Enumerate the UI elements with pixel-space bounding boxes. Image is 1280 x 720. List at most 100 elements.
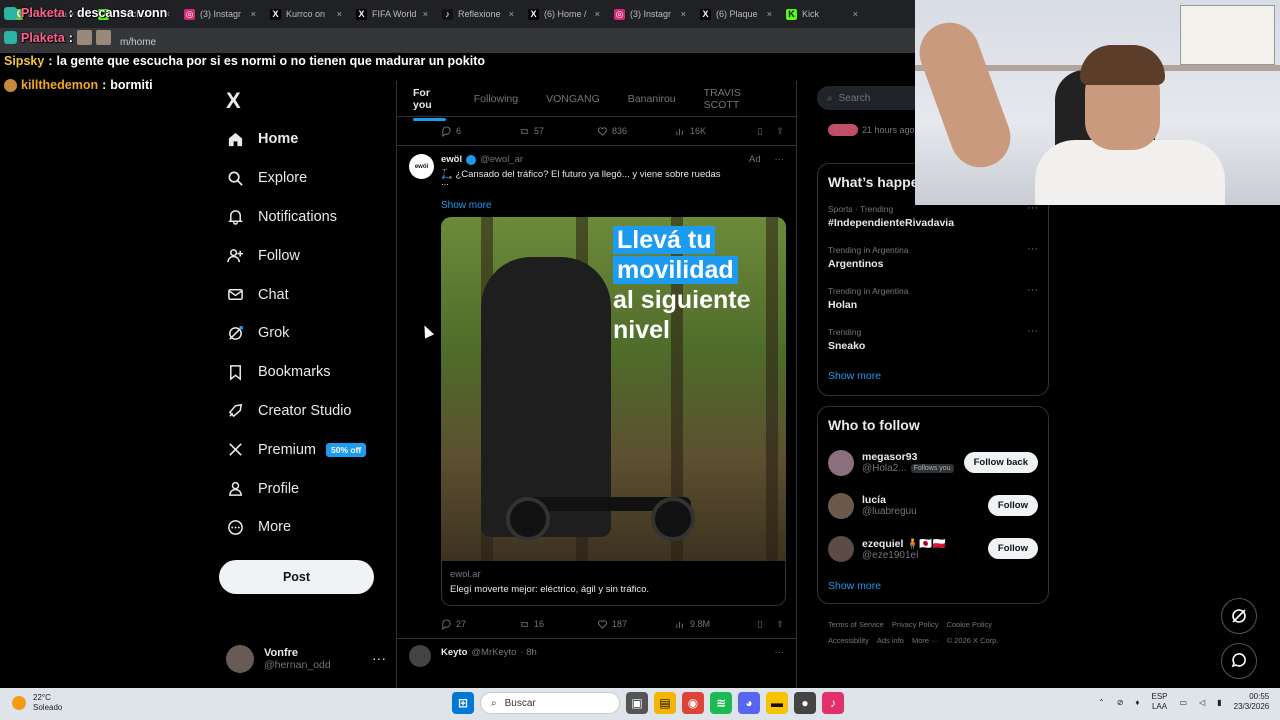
views-button[interactable]: 9.8M <box>675 619 753 630</box>
tweet-author-name[interactable]: Keyto <box>441 647 467 658</box>
footer-link[interactable]: Accessibility <box>828 636 869 645</box>
follow-button[interactable]: Follow <box>987 538 1038 559</box>
avatar[interactable] <box>828 492 854 519</box>
trend-item[interactable]: Trending in Argentina Argentinos ··· <box>818 237 1048 278</box>
follow-button[interactable]: Follow <box>987 495 1038 516</box>
sidebar-item-creator-studio[interactable]: Creator Studio <box>226 392 396 431</box>
views-button[interactable]: 16K <box>675 126 753 137</box>
chrome-icon[interactable]: ◉ <box>682 692 704 714</box>
account-switcher[interactable]: Vonfre @hernan_odd ··· <box>226 644 386 674</box>
sidebar-item-chat[interactable]: Chat <box>226 275 396 314</box>
like-button[interactable]: 187 <box>597 619 675 630</box>
more-dots-icon[interactable]: ··· <box>1027 284 1038 296</box>
avatar[interactable]: ewöl <box>409 154 434 179</box>
close-icon[interactable]: × <box>509 9 514 19</box>
close-icon[interactable]: × <box>251 9 256 19</box>
repost-button[interactable]: 57 <box>519 126 597 137</box>
sidebar-item-home[interactable]: Home <box>226 120 396 159</box>
sidebar-item-profile[interactable]: Profile <box>226 469 396 508</box>
follow-suggestion[interactable]: megasor93 @Hola2... Follows you Follow back <box>818 441 1048 484</box>
close-icon[interactable]: × <box>681 9 686 19</box>
follow-suggestion[interactable]: lucía @luabreguu Follow <box>818 484 1048 527</box>
tab-vongang[interactable]: VONGANG <box>546 93 600 105</box>
folder-icon[interactable]: ▬ <box>766 692 788 714</box>
tweet-author-handle[interactable]: @ewol_ar <box>480 154 523 165</box>
trend-item[interactable]: Trending in Argentina Holan ··· <box>818 278 1048 319</box>
tiktok-icon[interactable]: ♪ <box>822 692 844 714</box>
footer-link[interactable]: © 2026 X Corp. <box>947 636 999 645</box>
x-logo-icon[interactable]: X <box>226 88 241 114</box>
tweet-time[interactable]: · 8h <box>520 647 536 658</box>
footer-link[interactable]: Cookie Policy <box>947 620 992 629</box>
sidebar-item-follow[interactable]: Follow <box>226 236 396 275</box>
browser-tab[interactable]: ◎ (3) Instagr × <box>608 1 692 27</box>
footer-link[interactable]: Terms of Service <box>828 620 884 629</box>
footer-link[interactable]: More ··· <box>912 636 939 645</box>
footer-link[interactable]: Privacy Policy <box>892 620 939 629</box>
microphone-icon[interactable]: ♦ <box>1135 698 1139 707</box>
bookmark-icon[interactable]: ▯ <box>758 126 763 137</box>
link-card[interactable]: ewol.ar Elegí moverte mejor: eléctrico, … <box>441 561 786 606</box>
sidebar-item-notifications[interactable]: Notifications <box>226 198 396 237</box>
more-dots-icon[interactable]: ··· <box>1027 243 1038 255</box>
avatar[interactable] <box>409 645 431 667</box>
windows-start-icon[interactable]: ⊞ <box>452 692 474 714</box>
browser-tab[interactable]: K Kick × <box>780 1 864 27</box>
network-off-icon[interactable]: ⊘ <box>1117 698 1124 707</box>
repost-button[interactable]: 16 <box>519 619 597 630</box>
browser-tab[interactable]: ◎ (3) Instagr × <box>178 1 262 27</box>
browser-tab[interactable]: X (6) Home / × <box>522 1 606 27</box>
share-icon[interactable]: ⇧ <box>776 126 784 137</box>
browser-tab[interactable]: ♪ Reflexione × <box>436 1 520 27</box>
sidebar-item-grok[interactable]: Grok <box>226 314 396 353</box>
more-dots-icon[interactable]: ··· <box>1027 325 1038 337</box>
tab-following[interactable]: Following <box>474 93 518 105</box>
taskbar-search[interactable]: ⌕ Buscar <box>480 692 620 714</box>
tweet-image[interactable]: Llevá tu movilidad al siguiente nivel <box>441 217 786 561</box>
weather-widget[interactable]: 22°C Soleado <box>12 693 62 713</box>
like-button[interactable]: 836 <box>597 126 675 137</box>
discord-icon[interactable]: ◕ <box>738 692 760 714</box>
close-icon[interactable]: × <box>595 9 600 19</box>
browser-tab[interactable]: X (6) Plaque × <box>694 1 778 27</box>
post-button[interactable]: Post <box>219 560 374 594</box>
clock[interactable]: 00:55 23/3/2026 <box>1234 692 1270 712</box>
browser-tab[interactable]: X Kurrco on × <box>264 1 348 27</box>
spotify-icon[interactable]: ≋ <box>710 692 732 714</box>
grok-icon[interactable] <box>1221 598 1257 634</box>
live-event[interactable]: 21 hours ago <box>828 124 915 136</box>
tweet-author-name[interactable]: ewöl <box>441 154 462 165</box>
messages-icon[interactable] <box>1221 643 1257 679</box>
close-icon[interactable]: × <box>423 9 428 19</box>
tweet[interactable]: Keyto @MrKeyto · 8h ··· <box>397 639 796 667</box>
sidebar-item-explore[interactable]: Explore <box>226 159 396 198</box>
show-more-link[interactable]: Show more <box>818 570 1048 602</box>
ad-tweet[interactable]: ewöl ewöl @ewol_ar Ad ··· 🛴 ¿Cansado del… <box>397 146 796 606</box>
bookmark-icon[interactable]: ▯ <box>758 619 763 630</box>
more-dots-icon[interactable]: ··· <box>775 154 785 165</box>
browser-tab[interactable]: X FIFA World × <box>350 1 434 27</box>
avatar[interactable] <box>828 449 854 476</box>
reply-button[interactable]: 6 <box>441 125 519 137</box>
more-dots-icon[interactable]: ··· <box>372 650 386 666</box>
reply-button[interactable]: 27 <box>441 618 519 630</box>
chevron-up-icon[interactable]: ⌃ <box>1098 698 1105 707</box>
follow-back-button[interactable]: Follow back <box>963 452 1038 473</box>
more-dots-icon[interactable]: ··· <box>775 647 785 658</box>
trend-item[interactable]: Trending Sneako ··· <box>818 319 1048 360</box>
show-more-link[interactable]: Show more <box>441 200 784 211</box>
sidebar-item-premium[interactable]: Premium 50% off <box>226 430 396 469</box>
share-icon[interactable]: ⇧ <box>776 619 784 630</box>
avatar[interactable] <box>828 535 854 562</box>
tab-travis-scott[interactable]: TRAVIS SCOTT <box>704 87 768 111</box>
footer-link[interactable]: Ads info <box>877 636 904 645</box>
tab-for-you[interactable]: For you <box>413 87 446 121</box>
obs-icon[interactable]: ● <box>794 692 816 714</box>
battery-icon[interactable]: ▮ <box>1217 698 1221 707</box>
sidebar-item-bookmarks[interactable]: Bookmarks <box>226 353 396 392</box>
close-icon[interactable]: × <box>337 9 342 19</box>
tweet-author-handle[interactable]: @MrKeyto <box>471 647 516 658</box>
task-view-icon[interactable]: ▣ <box>626 692 648 714</box>
volume-icon[interactable]: ◁ <box>1199 698 1205 707</box>
close-icon[interactable]: × <box>767 9 772 19</box>
